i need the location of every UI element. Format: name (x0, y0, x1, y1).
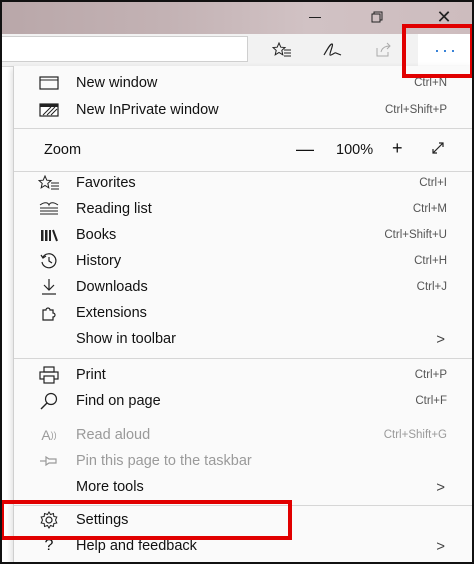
menu-item-new-inprivate-window[interactable]: New InPrivate window Ctrl+Shift+P (14, 97, 474, 123)
menu-item-label: Find on page (76, 393, 161, 409)
share-icon (376, 42, 391, 57)
extensions-icon (36, 300, 62, 326)
menu-item-label: New InPrivate window (76, 102, 219, 118)
add-to-favorites-button[interactable] (262, 34, 302, 66)
shortcut-label: Ctrl+F (415, 395, 447, 407)
zoom-in-button[interactable]: + (392, 138, 403, 159)
restore-button[interactable] (352, 0, 402, 34)
menu-item-extensions[interactable]: Extensions (14, 300, 474, 326)
menu-item-help-and-feedback[interactable]: ? Help and feedback > (14, 533, 474, 559)
minimize-icon (309, 16, 321, 18)
menu-item-settings[interactable]: Settings (14, 507, 474, 533)
chevron-right-icon: > (436, 537, 445, 555)
chevron-right-icon: > (436, 330, 445, 348)
address-bar[interactable] (0, 36, 248, 62)
download-icon (36, 274, 62, 300)
menu-item-find-on-page[interactable]: Find on page Ctrl+F (14, 388, 474, 414)
zoom-value: 100% (336, 142, 374, 158)
shortcut-label: Ctrl+Shift+U (384, 229, 447, 241)
shortcut-label: Ctrl+H (414, 255, 447, 267)
shortcut-label: Ctrl+I (419, 177, 447, 189)
shortcut-label: Ctrl+N (414, 77, 447, 89)
menu-item-label: New window (76, 75, 158, 91)
menu-item-label: Books (76, 227, 117, 243)
title-bar: ✕ (0, 0, 474, 34)
menu-item-label: Extensions (76, 305, 147, 321)
menu-item-books[interactable]: Books Ctrl+Shift+U (14, 222, 474, 248)
menu-item-history[interactable]: History Ctrl+H (14, 248, 474, 274)
menu-item-label: Downloads (76, 279, 148, 295)
menu-item-label: Settings (76, 512, 129, 528)
favorites-icon (36, 170, 62, 196)
window-icon (36, 70, 62, 96)
shortcut-label: Ctrl+Shift+P (385, 104, 447, 116)
close-icon: ✕ (436, 6, 452, 27)
browser-toolbar (0, 34, 474, 67)
menu-item-label: More tools (76, 479, 144, 495)
shortcut-label: Ctrl+M (412, 203, 447, 215)
menu-item-favorites[interactable]: Favorites Ctrl+I (14, 170, 474, 196)
reading-list-icon (36, 196, 62, 222)
expand-icon (432, 142, 444, 154)
shortcut-label: Ctrl+P (414, 369, 447, 381)
zoom-label: Zoom (44, 142, 82, 158)
menu-item-label: Reading list (76, 201, 152, 217)
menu-item-label: Pin this page to the taskbar (76, 453, 252, 469)
menu-item-label: Show in toolbar (76, 331, 176, 347)
help-icon: ? (44, 537, 54, 554)
menu-item-label: Read aloud (76, 427, 151, 443)
menu-divider (14, 505, 474, 506)
menu-item-pin-to-taskbar: Pin this page to the taskbar (14, 448, 474, 474)
menu-item-downloads[interactable]: Downloads Ctrl+J (14, 274, 474, 300)
search-icon (36, 388, 62, 414)
share-button[interactable] (364, 34, 404, 66)
shortcut-label: Ctrl+J (416, 281, 447, 293)
inprivate-icon (36, 97, 62, 123)
menu-divider (14, 128, 474, 129)
menu-item-label: History (76, 253, 122, 269)
web-note-button[interactable] (312, 34, 352, 66)
pen-icon (323, 43, 342, 56)
chevron-right-icon: > (436, 478, 445, 496)
fullscreen-button[interactable] (430, 140, 446, 160)
minimize-button[interactable] (290, 0, 340, 34)
menu-item-label: Help and feedback (76, 538, 197, 554)
pin-icon (36, 448, 62, 474)
close-button[interactable]: ✕ (416, 0, 472, 34)
books-icon (36, 222, 62, 248)
star-list-icon (272, 42, 291, 57)
menu-item-print[interactable]: Print Ctrl+P (14, 362, 474, 388)
menu-item-label: Favorites (76, 175, 136, 191)
menu-item-new-window[interactable]: New window Ctrl+N (14, 70, 474, 96)
menu-divider (14, 358, 474, 359)
print-icon (36, 362, 62, 388)
read-aloud-icon: A)) (41, 427, 57, 443)
more-icon: ··· (434, 39, 458, 60)
menu-item-more-tools[interactable]: More tools > (14, 474, 474, 500)
zoom-out-button[interactable]: — (296, 139, 314, 160)
restore-icon (371, 11, 383, 23)
settings-menu: New window Ctrl+N New InPrivate window C… (13, 66, 474, 564)
menu-item-reading-list[interactable]: Reading list Ctrl+M (14, 196, 474, 222)
shortcut-label: Ctrl+Shift+G (383, 429, 447, 441)
menu-item-read-aloud: A)) Read aloud Ctrl+Shift+G (14, 422, 474, 448)
zoom-control: Zoom — 100% + (14, 136, 474, 166)
menu-item-show-in-toolbar[interactable]: Show in toolbar > (14, 326, 474, 352)
history-icon (36, 248, 62, 274)
menu-item-label: Print (76, 367, 106, 383)
gear-icon (36, 507, 62, 533)
settings-and-more-button[interactable]: ··· (418, 34, 474, 66)
